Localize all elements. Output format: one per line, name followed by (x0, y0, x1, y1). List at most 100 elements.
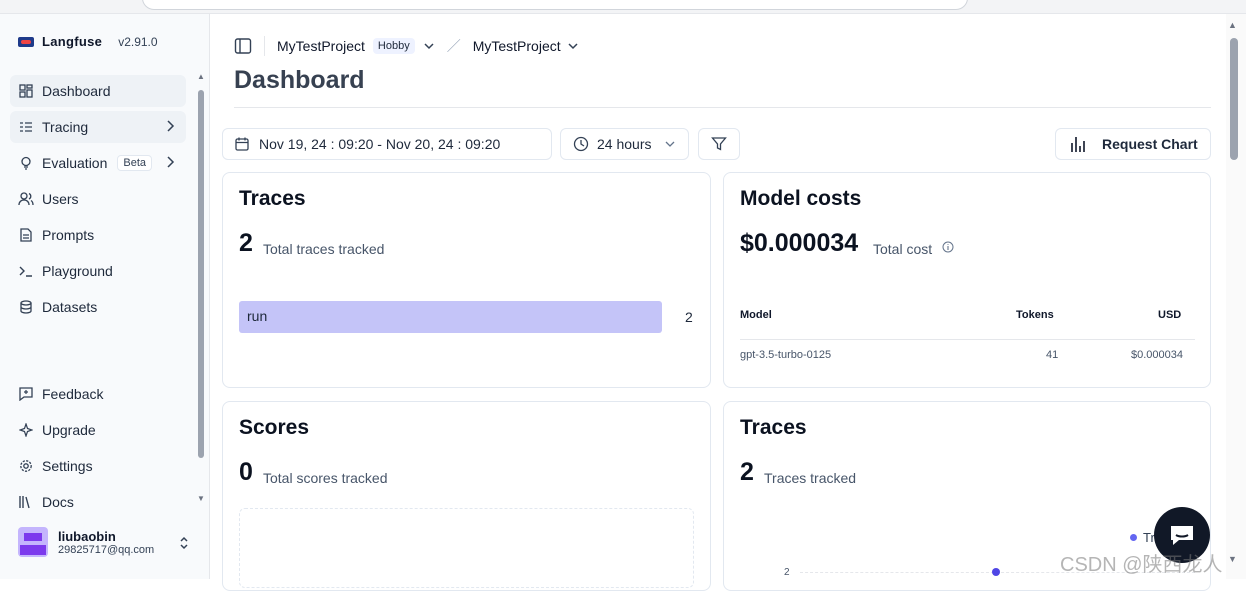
user-email: 29825717@qq.com (58, 543, 155, 556)
toggle-sidebar-icon[interactable] (234, 37, 252, 55)
request-chart-button[interactable]: Request Chart (1055, 128, 1211, 160)
trace-bar-value: 2 (685, 309, 693, 325)
sidebar-item-label: Evaluation (42, 155, 108, 171)
model-costs-card: Model costs $0.000034 Total cost Model T… (723, 172, 1211, 388)
chevron-down-icon[interactable] (423, 41, 435, 51)
avatar (18, 527, 48, 557)
sidebar-item-label: Tracing (42, 119, 89, 135)
app-name: Langfuse (42, 34, 103, 49)
list-tree-icon (18, 119, 34, 135)
bar-chart-icon (1070, 135, 1086, 153)
time-preset-select[interactable]: 24 hours (560, 128, 689, 160)
model-name-cell: gpt-3.5-turbo-0125 (740, 349, 832, 361)
project-selector[interactable]: MyTestProject (473, 38, 561, 54)
total-cost: $0.000034 (740, 229, 859, 257)
divider (234, 107, 1211, 108)
chevron-right-icon[interactable] (164, 155, 176, 169)
file-text-icon (18, 227, 34, 243)
chevron-right-icon[interactable] (164, 119, 176, 133)
date-range-text: Nov 19, 24 : 09:20 - Nov 20, 24 : 09:20 (259, 136, 501, 152)
trace-bar[interactable]: run (239, 301, 662, 333)
tokens-cell: 41 (1046, 349, 1059, 361)
terminal-icon (18, 263, 34, 279)
breadcrumb: MyTestProject Hobby ／ MyTestProject (234, 36, 579, 56)
card-title: Traces (740, 416, 807, 439)
browser-toolbar (0, 0, 1246, 14)
traces-chart-count: 2 (740, 458, 754, 486)
legend-dot (1130, 534, 1137, 541)
sidebar-item-label: Docs (42, 494, 74, 510)
sidebar-item-label: Users (42, 191, 79, 207)
sidebar-item-feedback[interactable]: Feedback (10, 378, 186, 410)
users-icon (18, 191, 34, 207)
sidebar-scrollbar[interactable] (198, 90, 204, 458)
sidebar-nav: Dashboard Tracing Evaluation Beta Users … (10, 75, 186, 327)
card-title: Model costs (740, 187, 862, 210)
chart-legend[interactable]: Tr (1130, 530, 1155, 545)
message-square-icon (18, 386, 34, 402)
sidebar-item-dashboard[interactable]: Dashboard (10, 75, 186, 107)
sidebar-item-label: Settings (42, 458, 93, 474)
user-name: liubaobin (58, 528, 116, 544)
sidebar-item-docs[interactable]: Docs (10, 486, 186, 518)
filter-button[interactable] (698, 128, 740, 160)
column-header-usd[interactable]: USD (1158, 309, 1181, 321)
scores-count-label: Total scores tracked (263, 470, 388, 486)
total-cost-label: Total cost (873, 241, 933, 257)
plan-badge: Hobby (372, 38, 415, 54)
column-header-model[interactable]: Model (740, 309, 772, 321)
y-axis-tick: 2 (784, 567, 790, 578)
time-preset-value: 24 hours (597, 136, 652, 152)
sparkle-icon (18, 422, 34, 438)
sidebar-item-users[interactable]: Users (10, 183, 186, 215)
main-content: MyTestProject Hobby ／ MyTestProject Dash… (210, 14, 1226, 591)
sidebar-item-playground[interactable]: Playground (10, 255, 186, 287)
sidebar-item-settings[interactable]: Settings (10, 450, 186, 482)
breadcrumb-separator: ／ (446, 38, 461, 54)
gear-icon (18, 458, 34, 474)
brand[interactable]: Langfuse v2.91.0 (18, 34, 158, 49)
sidebar-item-label: Prompts (42, 227, 95, 243)
sidebar-item-prompts[interactable]: Prompts (10, 219, 186, 251)
usd-cell: $0.000034 (1131, 349, 1183, 361)
page-scrollbar[interactable]: ▲ ▼ (1226, 14, 1246, 579)
scroll-up-icon[interactable]: ▲ (1228, 20, 1237, 30)
calendar-icon (235, 137, 249, 151)
date-range-picker[interactable]: Nov 19, 24 : 09:20 - Nov 20, 24 : 09:20 (222, 128, 552, 160)
scrollbar-thumb[interactable] (1230, 38, 1238, 160)
sidebar-scroll-up-icon[interactable]: ▲ (196, 72, 206, 82)
sidebar-item-evaluation[interactable]: Evaluation Beta (10, 147, 186, 179)
sidebar-item-label: Dashboard (42, 83, 111, 99)
org-selector[interactable]: MyTestProject (277, 38, 365, 54)
sidebar-item-label: Datasets (42, 299, 98, 315)
lightbulb-icon (18, 155, 34, 171)
scores-card: Scores 0 Total scores tracked (222, 401, 711, 591)
sidebar: Langfuse v2.91.0 Dashboard Tracing Evalu… (0, 14, 210, 579)
address-bar[interactable] (142, 0, 968, 10)
chart-point[interactable] (992, 568, 1000, 576)
grid-icon (18, 83, 34, 99)
sidebar-scroll-down-icon[interactable]: ▼ (196, 494, 206, 504)
traces-chart-count-label: Traces tracked (764, 470, 857, 486)
sidebar-item-datasets[interactable]: Datasets (10, 291, 186, 323)
chevrons-up-down-icon[interactable] (178, 535, 190, 551)
chevron-down-icon[interactable] (567, 41, 579, 51)
sidebar-bottom-nav: Feedback Upgrade Settings Docs (10, 378, 186, 522)
sidebar-item-upgrade[interactable]: Upgrade (10, 414, 186, 446)
chevron-down-icon (665, 140, 675, 148)
user-menu[interactable]: liubaobin 29825717@qq.com (18, 527, 188, 557)
trace-bar-label: run (247, 308, 268, 324)
scroll-down-icon[interactable]: ▼ (1228, 554, 1237, 564)
request-chart-label: Request Chart (1102, 136, 1198, 152)
library-icon (18, 494, 34, 510)
app-version: v2.91.0 (118, 34, 158, 49)
sidebar-item-tracing[interactable]: Tracing (10, 111, 186, 143)
database-icon (18, 299, 34, 315)
column-header-tokens[interactable]: Tokens (1016, 309, 1054, 321)
traces-count-label: Total traces tracked (263, 241, 385, 257)
clock-icon (573, 136, 589, 152)
card-title: Scores (239, 416, 310, 439)
info-icon[interactable] (942, 241, 954, 253)
sidebar-item-label: Playground (42, 263, 113, 279)
beta-badge: Beta (117, 155, 153, 171)
